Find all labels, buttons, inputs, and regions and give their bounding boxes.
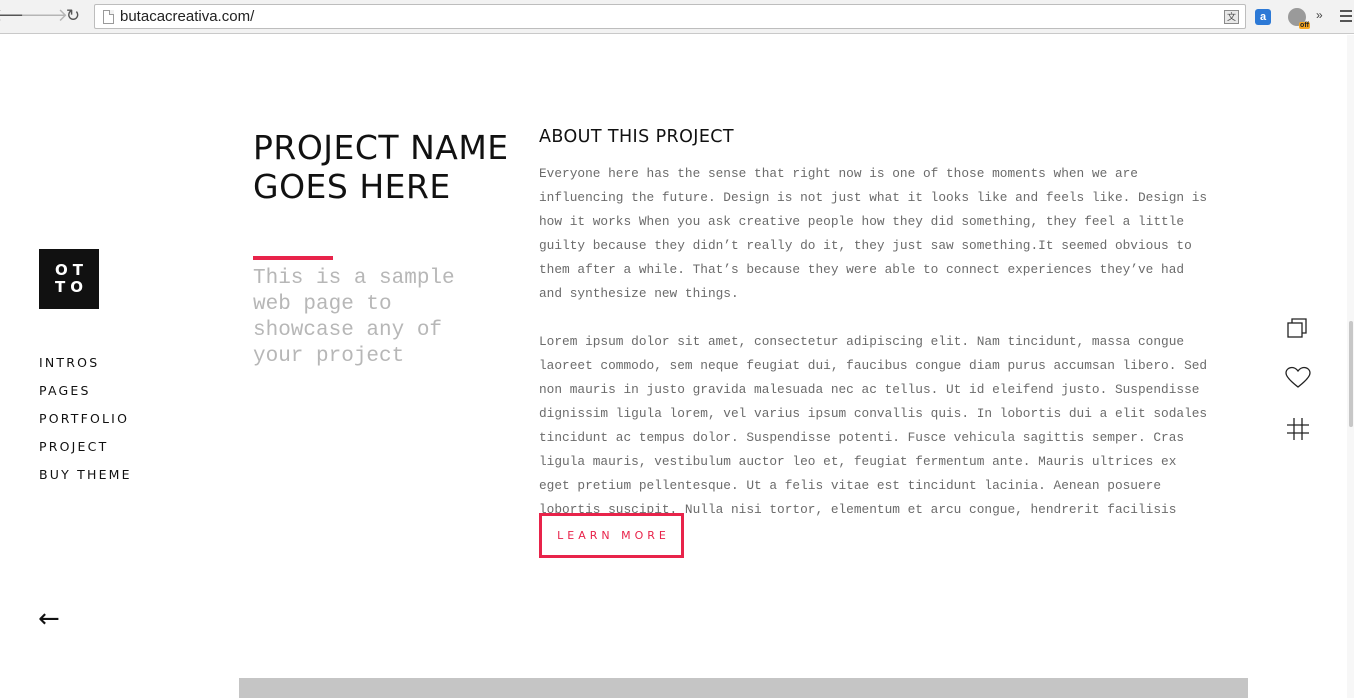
page-icon xyxy=(103,10,114,24)
hashtag-icon[interactable] xyxy=(1285,416,1311,442)
extension-icon: a xyxy=(1255,9,1271,25)
about-paragraph: Everyone here has the sense that right n… xyxy=(539,166,1208,301)
extension-icon: off xyxy=(1288,8,1310,29)
extension-button-1[interactable]: a xyxy=(1252,5,1274,29)
more-extensions-icon[interactable]: » xyxy=(1316,8,1323,22)
logo-line-2: TO xyxy=(55,278,88,296)
nav-item-buy-theme[interactable]: BUY THEME xyxy=(39,467,132,495)
heart-icon[interactable] xyxy=(1285,365,1311,391)
browser-menu-icon[interactable] xyxy=(1340,10,1352,25)
about-body: Everyone here has the sense that right n… xyxy=(539,162,1211,546)
main-navigation: INTROS PAGES PORTFOLIO PROJECT BUY THEME xyxy=(39,355,132,495)
browser-toolbar: 🡐 🡒 ↻ butacacreativa.com/ 文 a off » xyxy=(0,0,1354,34)
project-subtitle: This is a sample web page to showcase an… xyxy=(253,267,455,368)
extension-button-2[interactable]: off xyxy=(1286,5,1310,29)
nav-item-project[interactable]: PROJECT xyxy=(39,439,132,467)
extension-badge: off xyxy=(1299,22,1310,29)
logo-line-1: OT xyxy=(55,261,88,279)
back-arrow-icon[interactable]: ← xyxy=(38,606,60,632)
nav-item-pages[interactable]: PAGES xyxy=(39,383,132,411)
address-bar[interactable]: butacacreativa.com/ 文 xyxy=(94,4,1246,29)
page-scrollbar[interactable] xyxy=(1347,35,1354,698)
project-title: PROJECT NAME GOES HERE xyxy=(253,128,509,206)
translate-icon[interactable]: 文 xyxy=(1224,10,1239,24)
title-accent-rule xyxy=(253,256,333,260)
learn-more-button[interactable]: LEARN MORE xyxy=(539,513,684,558)
copy-icon[interactable] xyxy=(1285,316,1311,342)
address-bar-url[interactable]: butacacreativa.com/ xyxy=(120,8,254,25)
nav-item-portfolio[interactable]: PORTFOLIO xyxy=(39,411,132,439)
scrollbar-thumb[interactable] xyxy=(1349,321,1353,427)
about-heading: ABOUT THIS PROJECT xyxy=(539,127,735,147)
forward-arrow-icon[interactable]: 🡒 xyxy=(20,6,68,26)
site-logo[interactable]: OT TO xyxy=(39,249,99,309)
nav-item-intros[interactable]: INTROS xyxy=(39,355,132,383)
project-image-placeholder xyxy=(239,678,1248,698)
reload-icon[interactable]: ↻ xyxy=(63,6,83,26)
